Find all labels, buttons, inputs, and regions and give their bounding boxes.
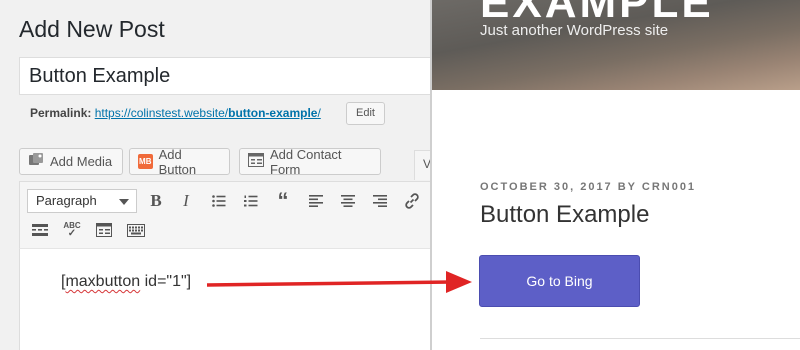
italic-icon[interactable]: I xyxy=(175,190,197,212)
permalink-label: Permalink: xyxy=(30,106,92,120)
post-title-input[interactable]: Button Example xyxy=(19,57,439,95)
bullet-list-icon[interactable] xyxy=(208,190,230,212)
maxbuttons-icon: MB xyxy=(138,154,153,169)
add-contact-form-button[interactable]: Add Contact Form xyxy=(239,146,381,177)
add-media-label: Add Media xyxy=(50,154,113,169)
numbered-list-icon[interactable] xyxy=(240,190,262,212)
post-editor: Add New Post Button Example Permalink: h… xyxy=(0,0,439,350)
bold-icon[interactable]: B xyxy=(145,190,167,212)
post-meta: OCTOBER 30, 2017 BY CRN001 xyxy=(480,181,697,193)
format-select-value: Paragraph xyxy=(36,193,97,208)
add-button-button[interactable]: MB Add Button xyxy=(129,146,230,177)
add-button-label: Add Button xyxy=(158,146,197,177)
page-title: Add New Post xyxy=(19,16,165,42)
align-left-icon[interactable] xyxy=(305,190,327,212)
media-icon xyxy=(28,152,44,171)
permalink-edit-button[interactable]: Edit xyxy=(346,102,385,125)
keyboard-icon[interactable] xyxy=(125,219,147,241)
shortcode-text: [maxbutton id="1"] xyxy=(61,273,191,291)
format-select[interactable]: Paragraph xyxy=(27,189,137,213)
permalink: Permalink: https://colinstest.website/bu… xyxy=(30,106,321,120)
chevron-down-icon xyxy=(119,199,129,205)
add-contact-form-label: Add Contact Form xyxy=(270,146,342,177)
blockquote-icon[interactable]: “ xyxy=(272,188,294,213)
site-tagline: Just another WordPress site xyxy=(480,22,669,39)
link-icon[interactable] xyxy=(401,190,423,212)
divider xyxy=(480,338,800,339)
permalink-slug: button-example xyxy=(228,106,318,120)
shortcode-suffix: id="1"] xyxy=(140,273,192,290)
permalink-trailing: / xyxy=(317,106,321,120)
editor-toolbar: Paragraph B I “ ABC ✓ xyxy=(19,181,439,249)
site-header-image: EXAMPLE Just another WordPress site xyxy=(432,0,800,90)
spellcheck-icon[interactable]: ABC ✓ xyxy=(61,219,83,241)
post-title[interactable]: Button Example xyxy=(480,201,649,229)
shortcode-misspelled-word: maxbutton xyxy=(65,273,141,290)
align-center-icon[interactable] xyxy=(337,190,359,212)
read-more-icon[interactable] xyxy=(29,219,51,241)
form-icon[interactable] xyxy=(93,219,115,241)
align-right-icon[interactable] xyxy=(369,190,391,212)
form-icon xyxy=(248,153,264,170)
permalink-base: https://colinstest.website/ xyxy=(94,106,229,120)
editor-content-area[interactable]: [maxbutton id="1"] xyxy=(19,249,439,350)
permalink-link[interactable]: https://colinstest.website/button-exampl… xyxy=(95,106,321,120)
go-to-bing-button[interactable]: Go to Bing xyxy=(479,255,640,307)
add-media-button[interactable]: Add Media xyxy=(19,148,123,175)
frontend-preview: EXAMPLE Just another WordPress site OCTO… xyxy=(430,0,800,350)
